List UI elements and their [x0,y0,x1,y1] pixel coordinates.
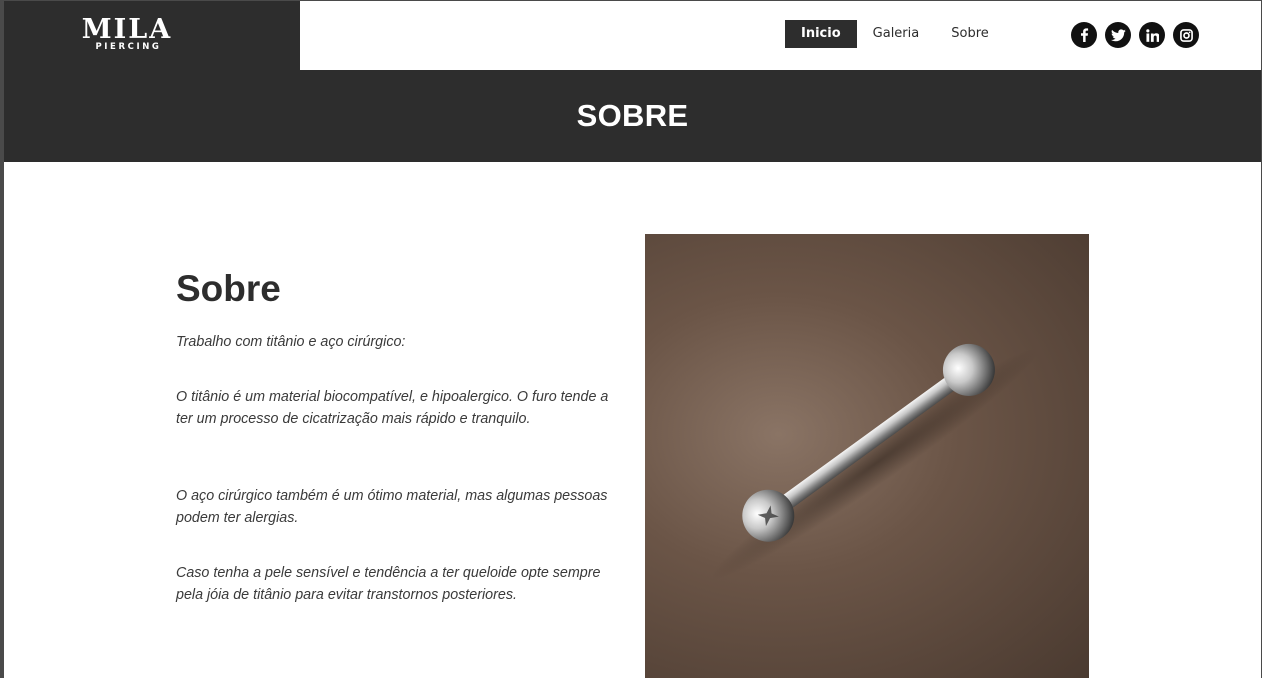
nav-item-sobre[interactable]: Sobre [935,20,1005,48]
instagram-icon[interactable] [1173,22,1199,48]
logo-name: MILA [81,14,173,45]
about-paragraph: Caso tenha a pele sensível e tendência a… [176,565,601,603]
facebook-icon[interactable] [1071,22,1097,48]
barbell-illustration [710,343,1040,580]
top-navigation-bar: Inicio Galeria Sobre [300,1,1261,70]
page: MILA PIERCING Inicio Galeria Sobre SOBRE [4,1,1261,678]
linkedin-icon[interactable] [1139,22,1165,48]
nav-item-inicio[interactable]: Inicio [785,20,857,48]
about-paragraph: O aço cirúrgico também é um ótimo materi… [176,488,608,526]
twitter-icon[interactable] [1105,22,1131,48]
main-nav: Inicio Galeria Sobre [785,20,1005,48]
nav-item-galeria[interactable]: Galeria [857,20,936,48]
about-heading: Sobre [176,268,281,309]
logo[interactable]: MILA PIERCING [78,16,176,52]
logo-area: MILA PIERCING [4,1,300,70]
page-banner: SOBRE [4,70,1261,162]
barbell-piercing-photo [645,234,1089,678]
page-title: SOBRE [576,98,689,133]
about-paragraph: Trabalho com titânio e aço cirúrgico: [176,334,406,350]
about-paragraph: O titânio é um material biocompatível, e… [176,389,609,427]
social-links [1071,22,1207,48]
